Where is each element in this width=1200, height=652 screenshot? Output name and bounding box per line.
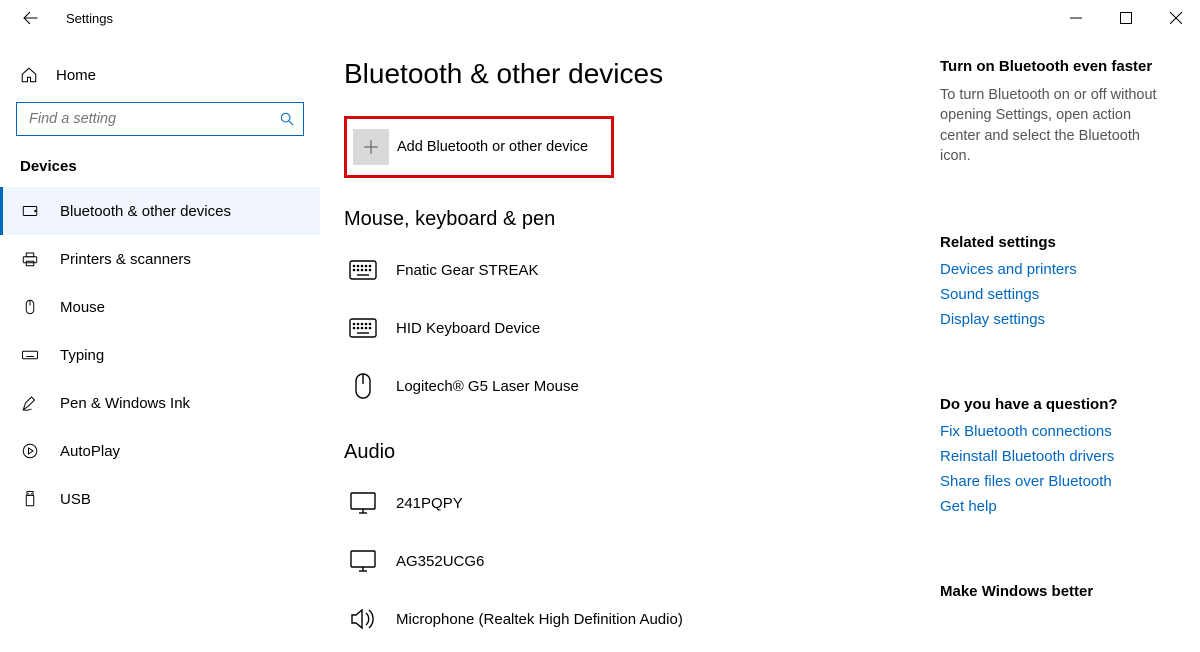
- link-reinstall-drivers[interactable]: Reinstall Bluetooth drivers: [940, 448, 1164, 465]
- nav-item-printers[interactable]: Printers & scanners: [0, 235, 320, 283]
- titlebar: Settings: [0, 0, 1200, 36]
- search-box[interactable]: [16, 102, 304, 136]
- device-row[interactable]: Logitech® G5 Laser Mouse: [344, 357, 904, 415]
- minimize-button[interactable]: [1066, 8, 1086, 28]
- device-name: 241PQPY: [396, 495, 463, 512]
- device-row[interactable]: 241PQPY: [344, 474, 904, 532]
- plus-tile: [353, 129, 389, 165]
- nav-label: USB: [60, 491, 91, 508]
- mouse-icon: [348, 372, 378, 400]
- tablet-icon: [20, 202, 40, 220]
- search-icon: [279, 111, 295, 127]
- device-name: Fnatic Gear STREAK: [396, 262, 539, 279]
- right-rail: Turn on Bluetooth even faster To turn Bl…: [928, 54, 1188, 652]
- keyboard-icon: [348, 260, 378, 280]
- monitor-icon: [348, 491, 378, 515]
- nav-label: Bluetooth & other devices: [60, 203, 231, 220]
- window-title: Settings: [66, 11, 113, 26]
- rail-tip-body: To turn Bluetooth on or off without open…: [940, 85, 1164, 166]
- nav-label: Typing: [60, 347, 104, 364]
- device-name: Microphone (Realtek High Definition Audi…: [396, 611, 683, 628]
- maximize-icon: [1120, 12, 1132, 24]
- search-input[interactable]: [27, 110, 279, 128]
- add-device-label: Add Bluetooth or other device: [397, 139, 588, 155]
- maximize-button[interactable]: [1116, 8, 1136, 28]
- nav-item-bluetooth[interactable]: Bluetooth & other devices: [0, 187, 320, 235]
- plus-icon: [362, 138, 380, 156]
- nav-label: Mouse: [60, 299, 105, 316]
- mouse-icon: [20, 298, 40, 316]
- autoplay-icon: [20, 442, 40, 460]
- device-name: Logitech® G5 Laser Mouse: [396, 378, 579, 395]
- window-controls: [1066, 8, 1186, 28]
- nav-item-autoplay[interactable]: AutoPlay: [0, 427, 320, 475]
- body: Home Devices Bluetooth & other devices P…: [0, 36, 1200, 652]
- device-name: AG352UCG6: [396, 553, 484, 570]
- nav-item-pen[interactable]: Pen & Windows Ink: [0, 379, 320, 427]
- add-device-button[interactable]: Add Bluetooth or other device: [344, 116, 614, 178]
- usb-icon: [20, 490, 40, 508]
- nav-label: AutoPlay: [60, 443, 120, 460]
- home-icon: [20, 66, 38, 84]
- back-button[interactable]: [18, 6, 42, 30]
- link-get-help[interactable]: Get help: [940, 498, 1164, 515]
- close-button[interactable]: [1166, 8, 1186, 28]
- main: Bluetooth & other devices Add Bluetooth …: [320, 36, 1200, 652]
- sidebar-section-label: Devices: [0, 154, 320, 187]
- device-name: HID Keyboard Device: [396, 320, 540, 337]
- nav-item-usb[interactable]: USB: [0, 475, 320, 523]
- monitor-icon: [348, 549, 378, 573]
- keyboard-icon: [20, 346, 40, 364]
- minimize-icon: [1070, 12, 1082, 24]
- link-fix-bluetooth[interactable]: Fix Bluetooth connections: [940, 423, 1164, 440]
- keyboard-icon: [348, 318, 378, 338]
- speaker-icon: [348, 607, 378, 631]
- home-label: Home: [56, 67, 96, 84]
- rail-question-heading: Do you have a question?: [940, 396, 1164, 413]
- device-row[interactable]: Fnatic Gear STREAK: [344, 241, 904, 299]
- section-heading: Audio: [344, 441, 904, 464]
- nav-list: Bluetooth & other devices Printers & sca…: [0, 187, 320, 523]
- nav-label: Pen & Windows Ink: [60, 395, 190, 412]
- device-row[interactable]: AG352UCG6: [344, 532, 904, 590]
- pen-icon: [20, 394, 40, 412]
- link-share-files[interactable]: Share files over Bluetooth: [940, 473, 1164, 490]
- page-title: Bluetooth & other devices: [344, 58, 904, 90]
- sidebar: Home Devices Bluetooth & other devices P…: [0, 36, 320, 652]
- link-display-settings[interactable]: Display settings: [940, 311, 1164, 328]
- link-devices-printers[interactable]: Devices and printers: [940, 261, 1164, 278]
- home-button[interactable]: Home: [0, 60, 320, 98]
- printer-icon: [20, 250, 40, 268]
- nav-item-typing[interactable]: Typing: [0, 331, 320, 379]
- nav-item-mouse[interactable]: Mouse: [0, 283, 320, 331]
- close-icon: [1170, 12, 1182, 24]
- rail-tip-heading: Turn on Bluetooth even faster: [940, 58, 1164, 75]
- link-sound-settings[interactable]: Sound settings: [940, 286, 1164, 303]
- device-row[interactable]: HID Keyboard Device: [344, 299, 904, 357]
- section-heading: Mouse, keyboard & pen: [344, 208, 904, 231]
- device-row[interactable]: Microphone (Realtek High Definition Audi…: [344, 590, 904, 648]
- rail-related-heading: Related settings: [940, 234, 1164, 251]
- arrow-left-icon: [21, 9, 39, 27]
- nav-label: Printers & scanners: [60, 251, 191, 268]
- rail-feedback-heading: Make Windows better: [940, 583, 1164, 600]
- content: Bluetooth & other devices Add Bluetooth …: [344, 54, 904, 652]
